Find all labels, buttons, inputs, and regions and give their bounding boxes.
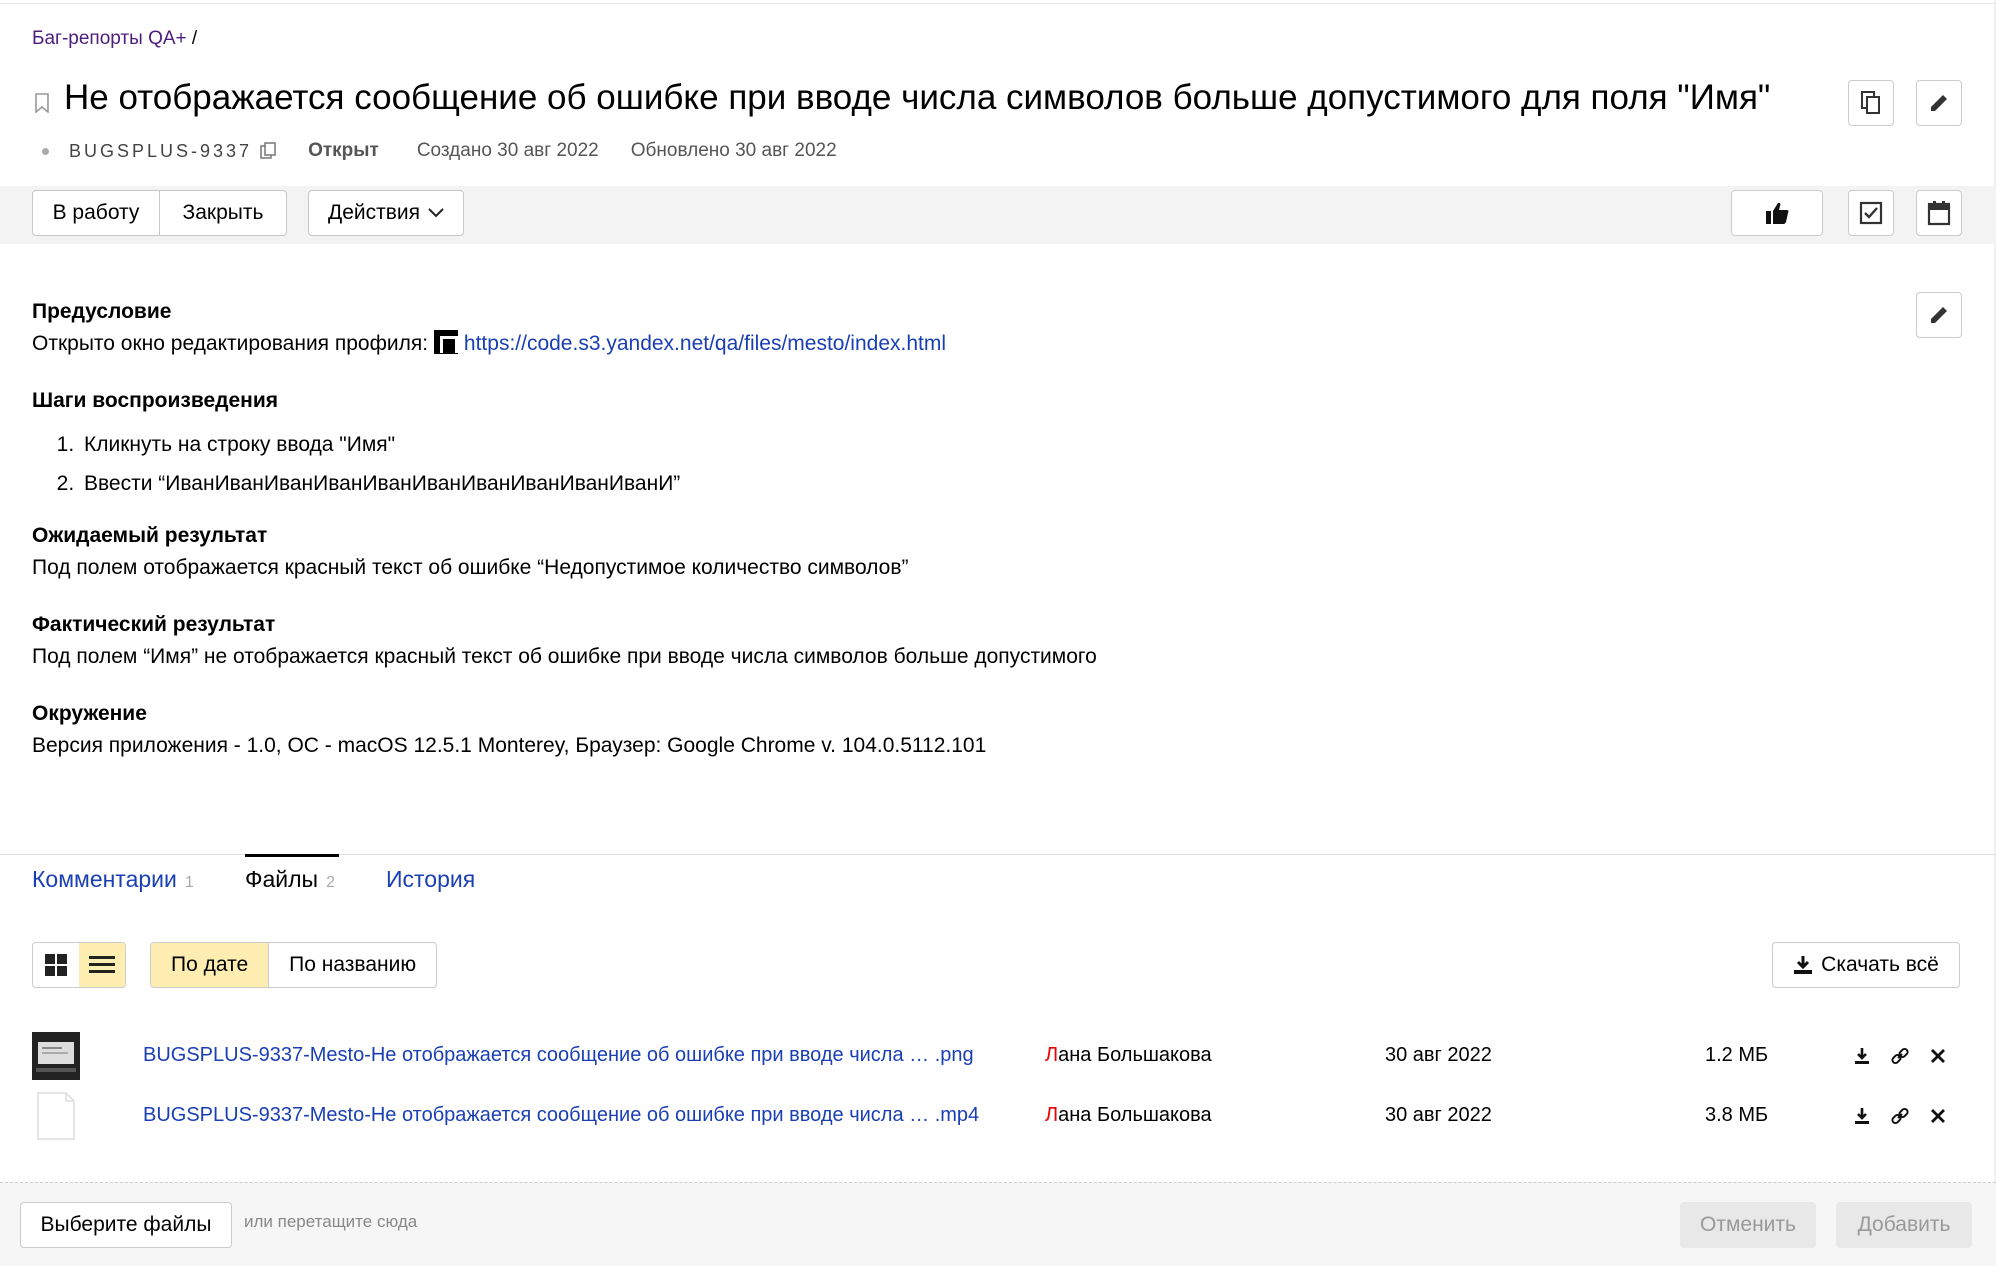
status-badge[interactable]: Открыт [308, 140, 379, 162]
status-dot [42, 147, 49, 155]
download-icon [1794, 956, 1813, 974]
breadcrumb-queue-link[interactable]: Баг-репорты QA+ [32, 28, 187, 49]
sort-by-name-button[interactable]: По названию [269, 943, 436, 987]
tab-count: 1 [184, 874, 194, 891]
file-row: BUGSPLUS-9337-Mesto-Не отображается сооб… [32, 1032, 1962, 1082]
file-date: 30 авг 2022 [1385, 1044, 1492, 1066]
choose-files-button[interactable]: Выберите файлы [20, 1202, 232, 1248]
close-issue-button[interactable]: Закрыть [159, 190, 287, 236]
download-all-label: Скачать всё [1821, 953, 1939, 976]
expected-text: Под полем отображается красный текст об … [32, 556, 909, 579]
checklist-icon [1859, 201, 1883, 225]
image-thumbnail[interactable] [32, 1032, 80, 1080]
close-icon[interactable] [1928, 1106, 1948, 1126]
sort-by-date-button[interactable]: По дате [151, 943, 270, 987]
chevron-down-icon [428, 208, 444, 218]
actual-text: Под полем “Имя” не отображается красный … [32, 645, 1097, 668]
tab-label: История [386, 866, 476, 892]
grid-view-button[interactable] [33, 943, 79, 987]
file-author[interactable]: Лана Большакова [1045, 1104, 1212, 1127]
created-date: Создано 30 авг 2022 [416, 140, 599, 161]
link-icon[interactable] [1890, 1106, 1910, 1126]
actions-dropdown[interactable]: Действия [308, 190, 464, 236]
pencil-icon [1931, 307, 1947, 323]
list-icon [89, 956, 115, 973]
tab-label: Комментарии [32, 866, 177, 892]
edit-title-button[interactable] [1916, 80, 1962, 126]
checklist-button[interactable] [1848, 190, 1894, 236]
action-toolbar [0, 186, 1996, 244]
tab-count: 2 [326, 874, 335, 891]
pencil-icon [1931, 95, 1947, 111]
author-rest: ана Большакова [1058, 1044, 1212, 1066]
link-icon[interactable] [1890, 1046, 1910, 1066]
clone-icon [1861, 91, 1880, 114]
file-name-link[interactable]: BUGSPLUS-9337-Mesto-Не отображается сооб… [143, 1104, 979, 1127]
expected-heading: Ожидаемый результат [32, 524, 268, 547]
bookmark-icon[interactable] [34, 93, 50, 113]
issue-page: Баг-репорты QA+ / Не отображается сообще… [0, 0, 1996, 1266]
page-title: Не отображается сообщение об ошибке при … [64, 78, 1771, 117]
cancel-upload-button[interactable]: Отменить [1680, 1202, 1816, 1248]
close-icon[interactable] [1928, 1046, 1948, 1066]
edit-description-button[interactable] [1916, 292, 1962, 338]
file-size: 1.2 МБ [1705, 1044, 1769, 1066]
author-initial: Л [1045, 1044, 1059, 1066]
tab-comments[interactable]: Комментарии 1 [32, 866, 194, 893]
breadcrumb: Баг-репорты QA+ / [32, 28, 197, 50]
clone-button[interactable] [1848, 80, 1894, 126]
sort-toggle: По дате По названию [150, 942, 438, 988]
vote-button[interactable] [1731, 190, 1823, 236]
steps-heading: Шаги воспроизведения [32, 389, 278, 412]
precondition-line: Открыто окно редактирования профиля: htt… [32, 328, 1912, 360]
actions-label: Действия [327, 201, 420, 224]
download-all-button[interactable]: Скачать всё [1772, 942, 1960, 988]
step-item: Ввести “ИванИванИванИванИванИванИванИван… [80, 464, 1912, 503]
calendar-button[interactable] [1916, 190, 1962, 236]
file-author[interactable]: Лана Большакова [1045, 1044, 1212, 1067]
download-icon[interactable] [1852, 1046, 1872, 1066]
file-row: BUGSPLUS-9337-Mesto-Не отображается сооб… [32, 1092, 1962, 1142]
environment-heading: Окружение [32, 702, 147, 725]
file-icon[interactable] [32, 1092, 80, 1140]
thumb-up-icon [1766, 202, 1789, 224]
to-work-button[interactable]: В работу [32, 190, 160, 236]
grid-icon [45, 954, 67, 976]
tab-files[interactable]: Файлы 2 [245, 866, 335, 893]
actual-heading: Фактический результат [32, 613, 276, 636]
issue-key[interactable]: BUGSPLUS-9337 [69, 141, 252, 162]
view-toggle [32, 942, 126, 988]
breadcrumb-separator: / [191, 28, 198, 49]
issue-description: Предусловие Открыто окно редактирования … [32, 296, 1912, 762]
issue-meta: BUGSPLUS-9337 Открыт Создано 30 авг 2022… [32, 138, 837, 164]
step-item: Кликнуть на строку ввода "Имя" [80, 425, 1912, 464]
active-tab-indicator [245, 854, 339, 857]
updated-date: Обновлено 30 авг 2022 [630, 140, 837, 161]
precondition-heading: Предусловие [32, 300, 172, 323]
tab-label: Файлы [245, 866, 319, 892]
file-size: 3.8 МБ [1705, 1104, 1769, 1126]
site-favicon-icon [433, 330, 458, 354]
author-rest: ана Большакова [1058, 1104, 1212, 1126]
file-date: 30 авг 2022 [1385, 1104, 1492, 1126]
tab-history[interactable]: История [386, 866, 475, 893]
copy-icon[interactable] [258, 141, 278, 161]
list-view-button[interactable] [79, 943, 125, 987]
environment-text: Версия приложения - 1.0, ОС - macOS 12.5… [32, 734, 987, 757]
download-icon[interactable] [1852, 1106, 1872, 1126]
calendar-icon [1927, 201, 1951, 226]
drop-hint: или перетащите сюда [244, 1212, 418, 1231]
add-files-button[interactable]: Добавить [1836, 1202, 1972, 1248]
file-name-link[interactable]: BUGSPLUS-9337-Mesto-Не отображается сооб… [143, 1044, 974, 1067]
author-initial: Л [1045, 1104, 1059, 1126]
steps-list: Кликнуть на строку ввода "Имя" Ввести “И… [80, 425, 1912, 503]
precondition-text: Открыто окно редактирования профиля: [32, 332, 429, 355]
top-divider [0, 3, 1996, 4]
precondition-link[interactable]: https://code.s3.yandex.net/qa/files/mest… [464, 332, 946, 355]
